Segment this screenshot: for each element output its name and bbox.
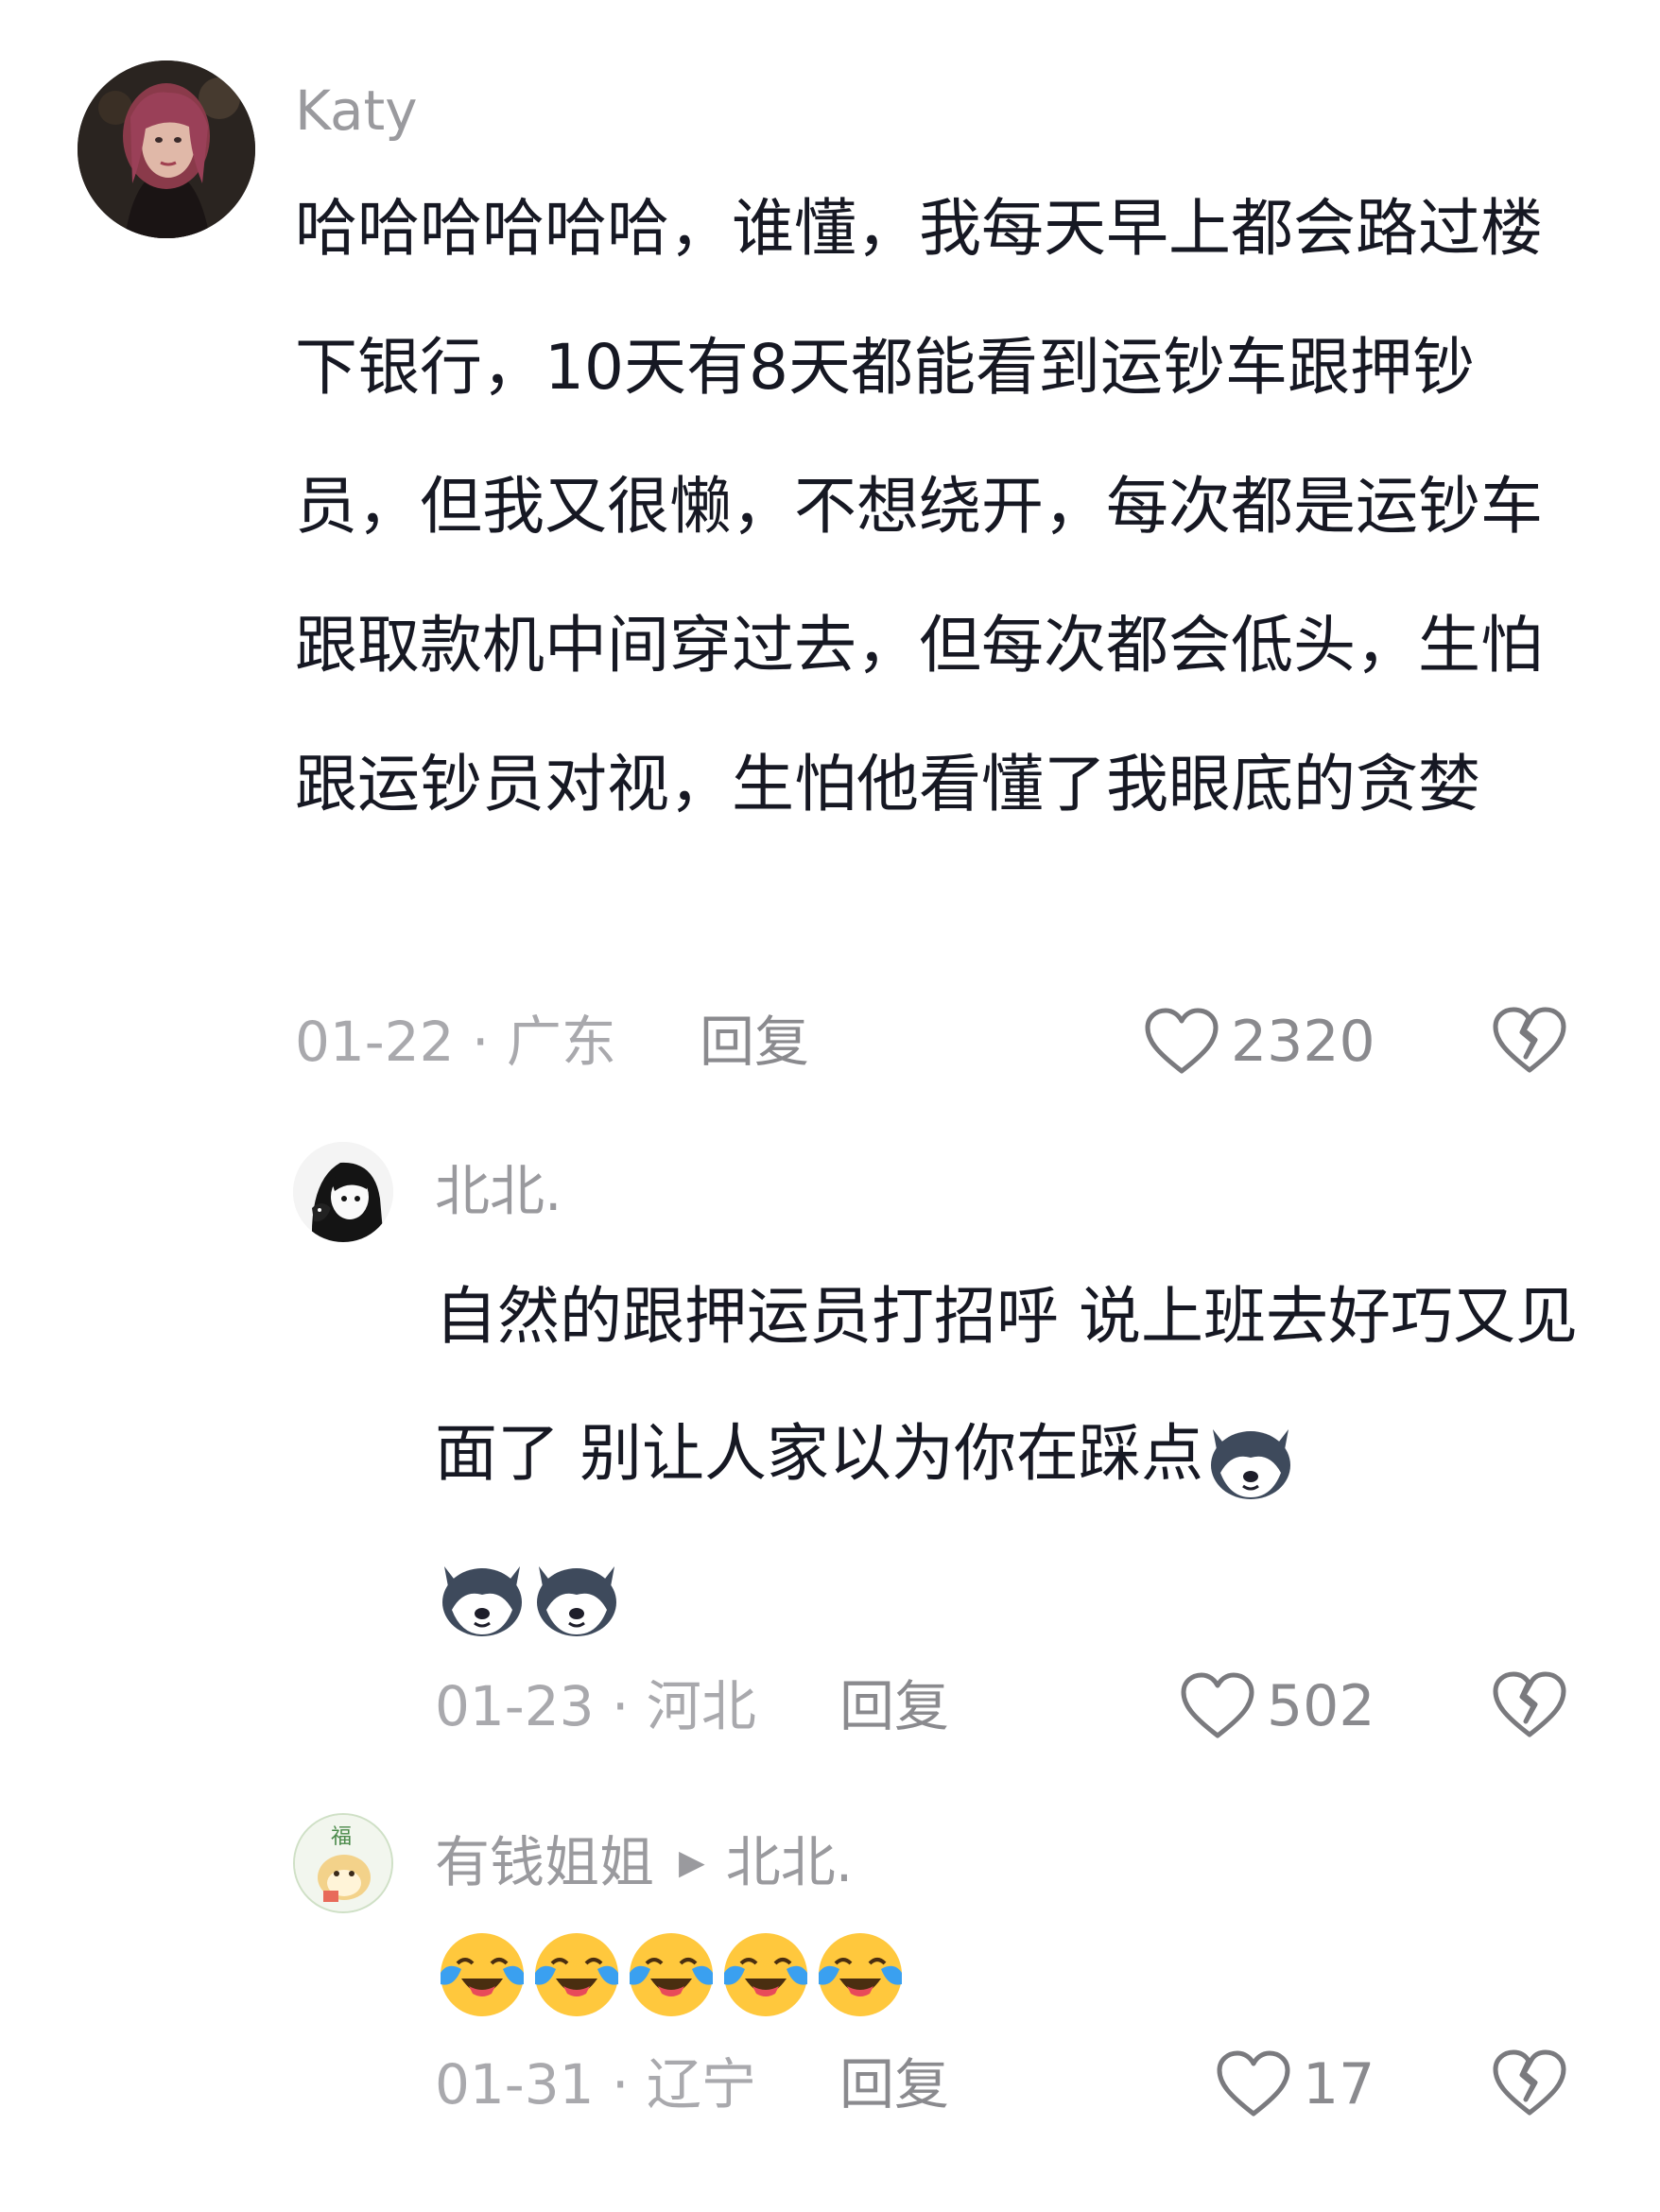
anime-girl-avatar-icon bbox=[293, 1142, 393, 1242]
comment-text bbox=[435, 1905, 1588, 2037]
heart-icon bbox=[1217, 2050, 1290, 2117]
heart-icon bbox=[1145, 1008, 1219, 1074]
tears-of-joy-emoji-icon bbox=[630, 1932, 713, 2016]
like-button[interactable]: 2320 bbox=[1144, 1007, 1375, 1077]
comment-author[interactable]: 有钱姐姐 bbox=[435, 1830, 654, 1894]
comment-author[interactable]: 北北. bbox=[435, 1158, 562, 1224]
like-count: 17 bbox=[1303, 2051, 1375, 2117]
comment-meta: 01-23 · 河北 回复 bbox=[435, 1673, 949, 1739]
comment-date-location: 01-22 · 广东 bbox=[295, 1010, 616, 1074]
reply-author-line: 有钱姐姐 ▶ 北北. bbox=[435, 1829, 853, 1896]
tears-of-joy-emoji-icon bbox=[441, 1932, 524, 2016]
comment-meta: 01-22 · 广东 回复 bbox=[295, 1009, 809, 1075]
tears-of-joy-emoji-icon bbox=[535, 1932, 618, 2016]
husky-emoji-icon bbox=[1210, 1428, 1290, 1499]
avatar[interactable] bbox=[293, 1142, 393, 1242]
broken-heart-icon bbox=[1493, 1007, 1566, 1073]
comment-text: 自然的跟押运员打招呼 说上班去好巧又见面了 别让人家以为你在踩点 bbox=[435, 1248, 1588, 1659]
tears-of-joy-emoji-icon bbox=[819, 1932, 902, 2016]
like-count: 502 bbox=[1267, 1673, 1375, 1739]
dislike-button[interactable] bbox=[1492, 1004, 1567, 1080]
tears-of-joy-emoji-icon bbox=[724, 1932, 807, 2016]
reply-item: 北北. 自然的跟押运员打招呼 说上班去好巧又见面了 别让人家以为你在踩点 01-… bbox=[0, 1115, 1660, 1777]
broken-heart-icon bbox=[1493, 1671, 1566, 1737]
avatar[interactable] bbox=[78, 60, 255, 238]
reply-target-author[interactable]: 北北. bbox=[726, 1830, 853, 1894]
husky-emoji-icon bbox=[442, 1565, 522, 1636]
woman-portrait-avatar-icon bbox=[78, 60, 255, 238]
dislike-button[interactable] bbox=[1492, 1668, 1567, 1744]
like-button[interactable]: 502 bbox=[1180, 1671, 1375, 1741]
comment-date-location: 01-31 · 辽宁 bbox=[435, 2052, 756, 2117]
comment-meta: 01-31 · 辽宁 回复 bbox=[435, 2051, 949, 2117]
comment-text-body: 自然的跟押运员打招呼 说上班去好巧又见面了 别让人家以为你在踩点 bbox=[435, 1280, 1578, 1490]
reply-button[interactable]: 回复 bbox=[839, 2051, 949, 2117]
reply-arrow-icon: ▶ bbox=[679, 1843, 705, 1882]
comment-item: Katy 哈哈哈哈哈哈，谁懂，我每天早上都会路过楼下银行，10天有8天都能看到运… bbox=[0, 0, 1660, 1097]
reply-item: 福 有钱姐姐 ▶ 北北. 01-31 · 辽宁 回复 17 bbox=[0, 1787, 1660, 2212]
svg-text:福: 福 bbox=[331, 1825, 352, 1849]
comment-text: 哈哈哈哈哈哈，谁懂，我每天早上都会路过楼下银行，10天有8天都能看到运钞车跟押钞… bbox=[295, 192, 1543, 821]
husky-emoji-icon bbox=[537, 1565, 616, 1636]
reply-button[interactable]: 回复 bbox=[700, 1009, 809, 1075]
heart-icon bbox=[1181, 1672, 1254, 1738]
cartoon-cat-avatar-icon: 福 bbox=[295, 1815, 391, 1911]
avatar[interactable]: 福 bbox=[293, 1813, 393, 1913]
like-button[interactable]: 17 bbox=[1216, 2049, 1375, 2119]
like-count: 2320 bbox=[1231, 1009, 1375, 1075]
dislike-button[interactable] bbox=[1492, 2047, 1567, 2122]
comment-author[interactable]: Katy bbox=[295, 78, 418, 144]
comment-date-location: 01-23 · 河北 bbox=[435, 1674, 756, 1738]
broken-heart-icon bbox=[1493, 2049, 1566, 2116]
reply-button[interactable]: 回复 bbox=[839, 1673, 949, 1739]
